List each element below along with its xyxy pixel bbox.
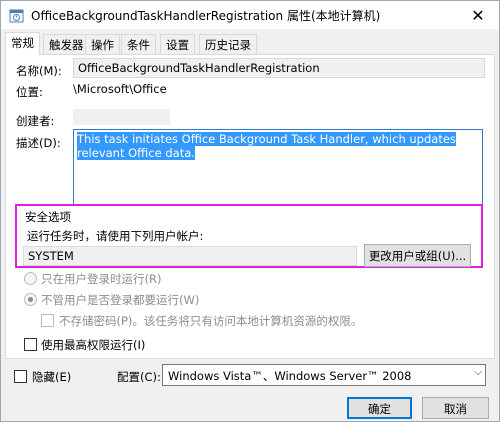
tab-conditions[interactable]: 条件 [121,34,156,54]
hidden-checkbox[interactable] [14,370,27,383]
description-label: 描述(D): [16,136,61,150]
author-field[interactable] [73,109,170,125]
location-value: \Microsoft\Office [73,82,167,96]
properties-window: OfficeBackgroundTaskHandlerRegistration … [0,0,500,422]
close-button[interactable]: ✕ [457,1,499,29]
tab-general[interactable]: 常规 [5,32,40,55]
name-field[interactable]: OfficeBackgroundTaskHandlerRegistration [73,58,485,78]
close-icon: ✕ [471,5,485,25]
tab-triggers[interactable]: 触发器 [43,34,90,54]
tab-history[interactable]: 历史记录 [199,34,257,54]
description-text: This task initiates Office Background Ta… [77,132,456,160]
highest-privileges-label: 使用最高权限运行(I) [41,338,146,352]
window-title: OfficeBackgroundTaskHandlerRegistration … [31,9,381,23]
tab-actions[interactable]: 操作 [85,34,120,54]
run-as-label: 运行任务时，请使用下列用户帐户: [27,229,204,243]
change-user-button[interactable]: 更改用户或组(U)... [364,244,471,267]
location-label: 位置: [16,85,43,99]
name-label: 名称(M): [16,64,62,78]
cancel-button[interactable]: 取消 [422,397,489,419]
run-whether-logged-on-radio[interactable] [24,293,37,306]
title-bar[interactable]: OfficeBackgroundTaskHandlerRegistration … [1,1,499,29]
highest-privileges-checkbox[interactable] [24,338,37,351]
no-store-password-checkbox[interactable] [41,314,54,327]
security-options-title: 安全选项 [25,210,71,224]
author-label: 创建者: [16,114,55,128]
ok-button[interactable]: 确定 [347,397,412,419]
chevron-down-icon: ⌵ [474,367,482,378]
run-only-logged-on-label: 只在用户登录时运行(R) [41,272,162,286]
configure-dropdown[interactable]: Windows Vista™、Windows Server™ 2008 ⌵ [162,364,486,386]
hidden-label: 隐藏(E) [32,370,72,384]
run-only-logged-on-radio[interactable] [24,272,37,285]
user-account-field: SYSTEM [23,246,357,266]
run-whether-logged-on-label: 不管用户是否登录都要运行(W) [41,293,200,307]
tab-settings[interactable]: 设置 [160,34,195,54]
task-scheduler-icon [9,9,24,23]
configure-label: 配置(C): [117,370,161,384]
no-store-password-label: 不存储密码(P)。该任务将只有访问本地计算机资源的权限。 [59,314,363,328]
configure-value: Windows Vista™、Windows Server™ 2008 [168,369,412,383]
description-textarea[interactable]: This task initiates Office Background Ta… [73,129,483,205]
